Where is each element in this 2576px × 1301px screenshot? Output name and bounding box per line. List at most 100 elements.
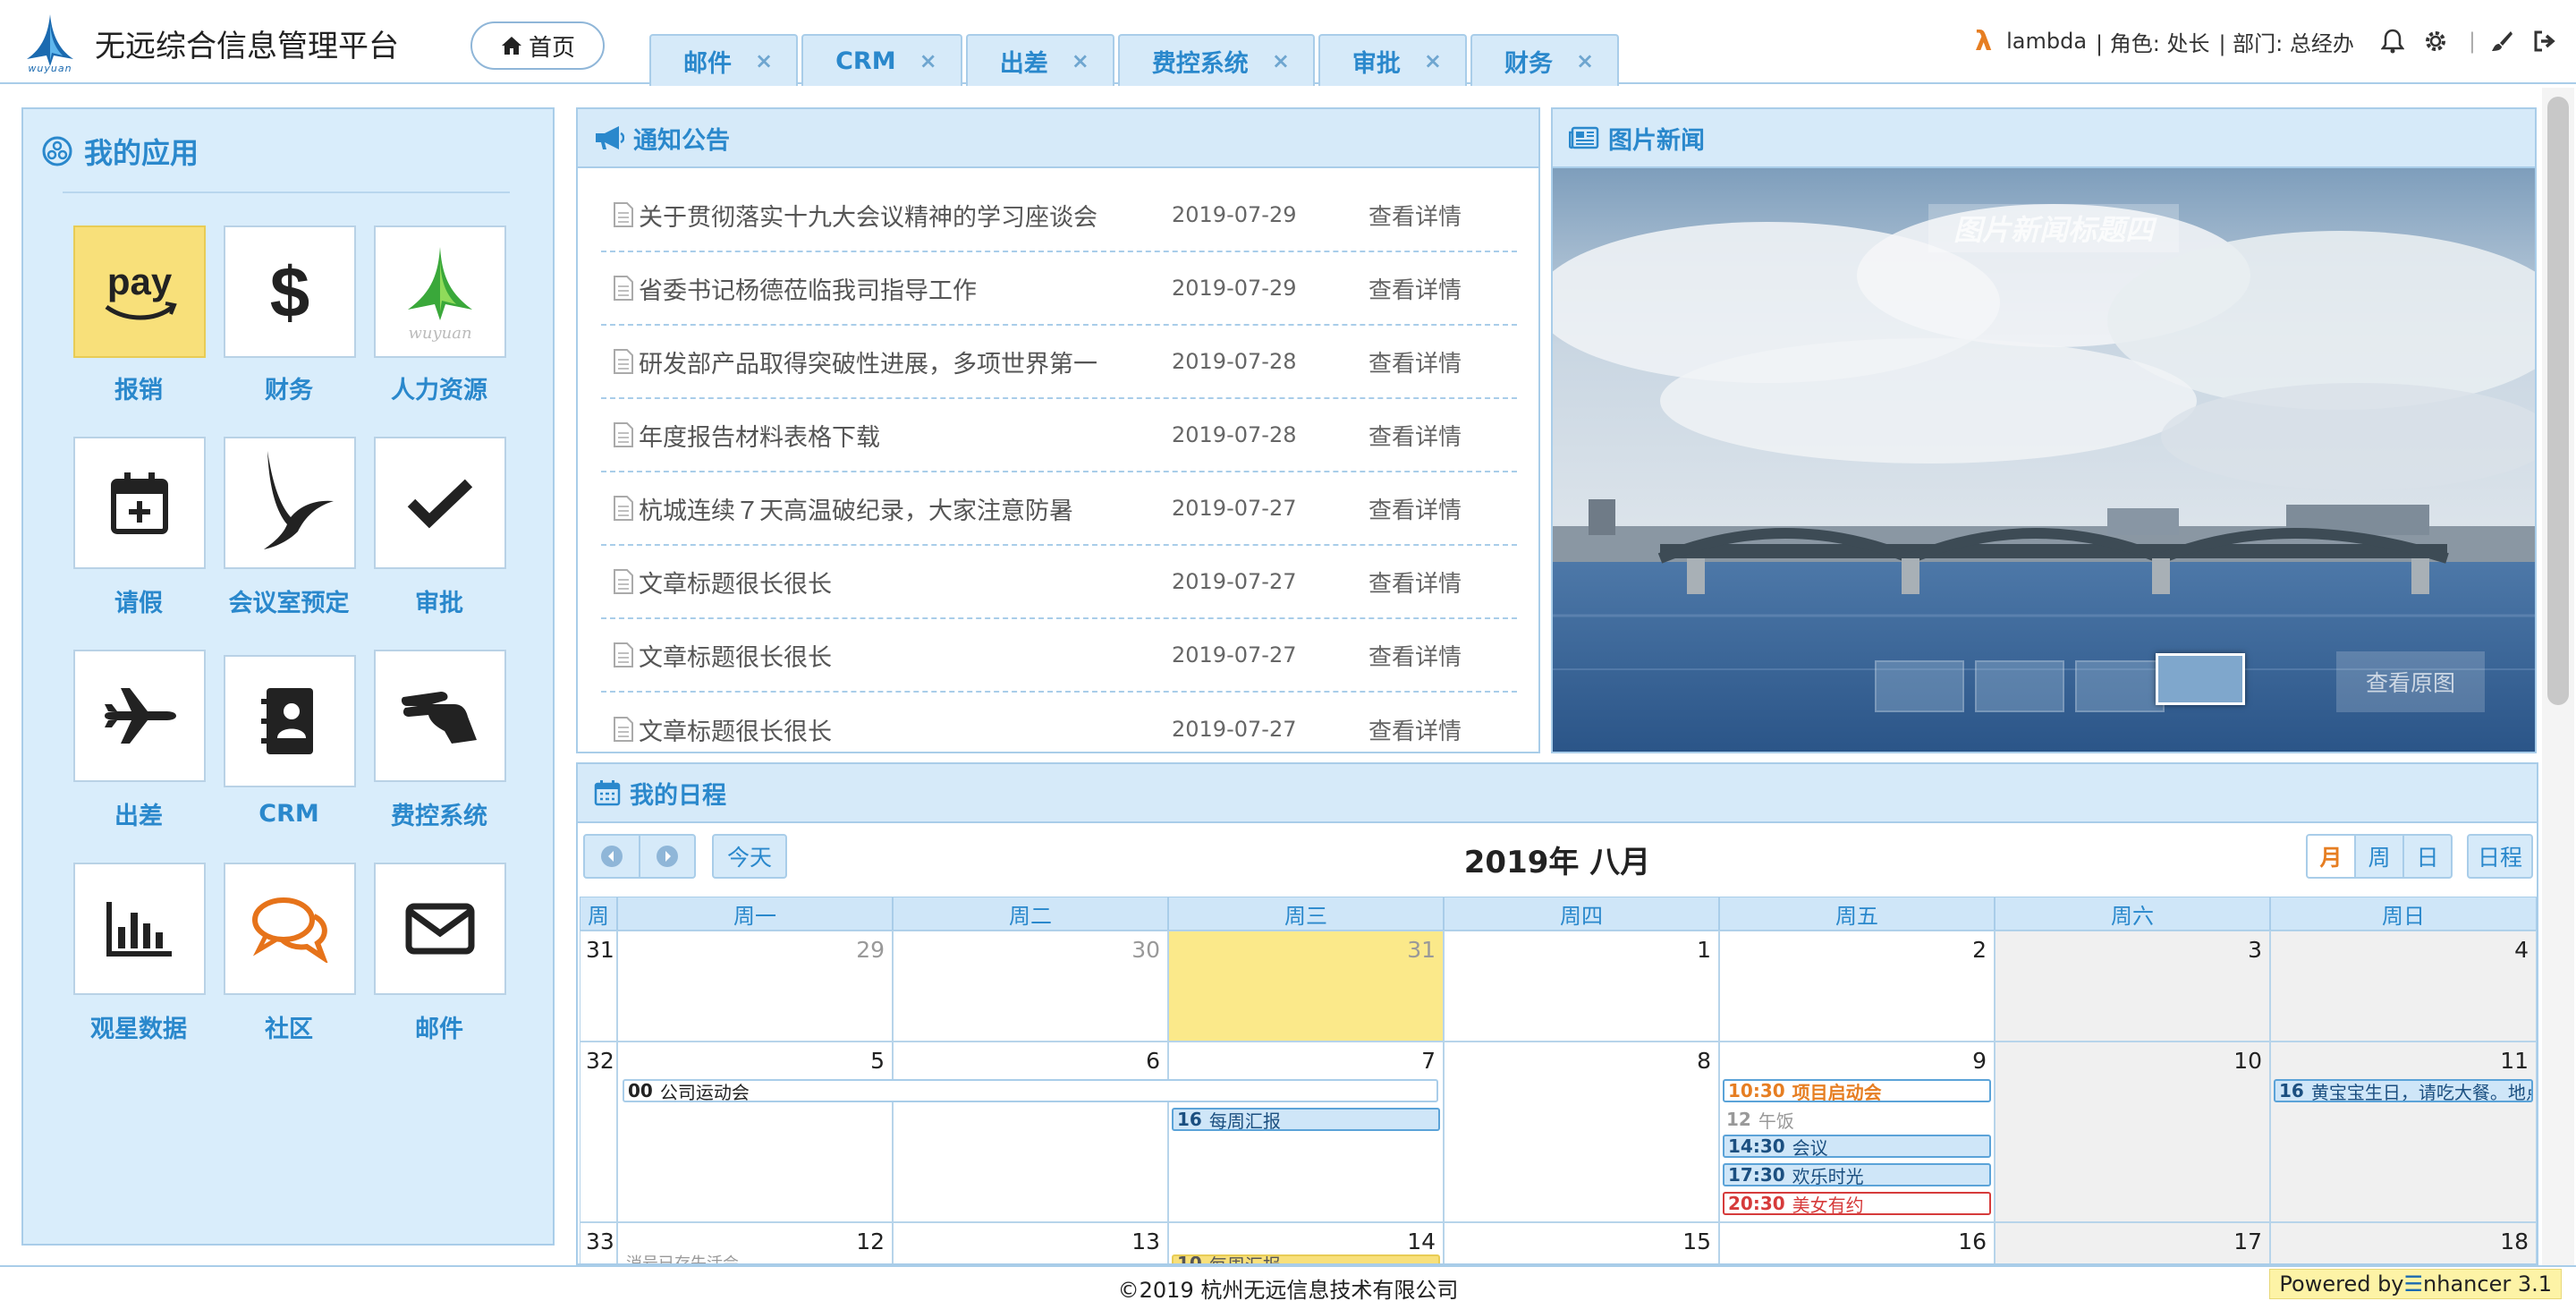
gear-icon[interactable] bbox=[2422, 28, 2449, 55]
list-item[interactable]: 文章标题很长很长 2019-07-27 查看详情 bbox=[601, 619, 1517, 693]
day-number: 12 bbox=[856, 1229, 885, 1254]
view-month-button[interactable]: 月 bbox=[2306, 834, 2356, 879]
calendar-day-cell[interactable]: 6 bbox=[893, 1042, 1168, 1222]
app-tile-leave[interactable] bbox=[73, 437, 206, 569]
view-detail-link[interactable]: 查看详情 bbox=[1368, 345, 1462, 378]
calendar-event[interactable]: 14:30 会议 bbox=[1723, 1135, 1991, 1158]
calendar-day-cell[interactable]: 30 bbox=[893, 931, 1168, 1042]
user-name[interactable]: lambda bbox=[2006, 29, 2087, 54]
calendar-day-cell[interactable]: 29 bbox=[617, 931, 893, 1042]
close-icon[interactable]: × bbox=[1272, 48, 1290, 73]
calendar-day-cell[interactable]: 1 bbox=[1444, 931, 1719, 1042]
close-icon[interactable]: × bbox=[755, 48, 773, 73]
news-image[interactable]: 图片新闻标题四 查看原图 bbox=[1553, 168, 2535, 752]
tab-expense[interactable]: 费控系统 × bbox=[1117, 34, 1315, 86]
app-tile-approval[interactable] bbox=[374, 437, 506, 569]
app-tile-reimburse[interactable]: pay bbox=[73, 225, 206, 358]
notice-item-title[interactable]: 年度报告材料表格下载 bbox=[639, 418, 1166, 453]
app-tile-mail[interactable] bbox=[374, 863, 506, 995]
view-detail-link[interactable]: 查看详情 bbox=[1368, 419, 1462, 452]
app-tile-hr[interactable]: wuyuan bbox=[374, 225, 506, 358]
calendar-event[interactable]: 12 午饭 bbox=[1723, 1108, 1991, 1131]
tab-finance[interactable]: 财务 × bbox=[1470, 34, 1620, 86]
notice-item-title[interactable]: 关于贯彻落实十九大会议精神的学习座谈会 bbox=[639, 198, 1166, 233]
weekday-header: 周四 bbox=[1444, 897, 1719, 931]
scrollbar-thumb[interactable] bbox=[2547, 97, 2569, 705]
app-tile-community[interactable] bbox=[224, 863, 356, 995]
list-item[interactable]: 关于贯彻落实十九大会议精神的学习座谈会 2019-07-29 查看详情 bbox=[601, 179, 1517, 252]
calendar-event[interactable]: 17:30 欢乐时光 bbox=[1723, 1163, 1991, 1186]
calendar-event[interactable]: 16 黄宝宝生日，请吃大餐。地点 bbox=[2274, 1079, 2533, 1102]
list-item[interactable]: 杭城连续７天高温破纪录，大家注意防暑 2019-07-27 查看详情 bbox=[601, 472, 1517, 546]
app-tile-expense[interactable] bbox=[374, 650, 506, 782]
tab-crm[interactable]: CRM × bbox=[801, 34, 962, 86]
notice-item-title[interactable]: 研发部产品取得突破性进展，多项世界第一 bbox=[639, 344, 1166, 379]
notice-item-title[interactable]: 文章标题很长很长 bbox=[639, 565, 1166, 599]
home-button[interactable]: 首页 bbox=[470, 21, 605, 70]
app-tile-travel[interactable] bbox=[73, 650, 206, 782]
calendar-day-cell[interactable]: 17 bbox=[1995, 1222, 2270, 1263]
tab-approval[interactable]: 审批 × bbox=[1318, 34, 1468, 86]
calendar-day-cell[interactable]: 2 bbox=[1719, 931, 1995, 1042]
calendar-event[interactable]: 10 每周汇报 bbox=[1172, 1254, 1440, 1263]
powered-by-badge[interactable]: Powered by ☰ nhancer 3.1 bbox=[2269, 1269, 2562, 1299]
calendar-day-cell[interactable]: 11 bbox=[2270, 1042, 2537, 1222]
list-item[interactable]: 年度报告材料表格下载 2019-07-28 查看详情 bbox=[601, 399, 1517, 472]
view-detail-link[interactable]: 查看详情 bbox=[1368, 565, 1462, 599]
event-time: 00 bbox=[628, 1080, 653, 1101]
news-thumbnail[interactable] bbox=[1875, 660, 1964, 712]
news-caption[interactable]: 图片新闻标题四 bbox=[1928, 204, 2179, 252]
calendar-day-cell[interactable]: 15 bbox=[1444, 1222, 1719, 1263]
close-icon[interactable]: × bbox=[1072, 48, 1089, 73]
app-tile-data[interactable] bbox=[73, 863, 206, 995]
view-detail-link[interactable]: 查看详情 bbox=[1368, 713, 1462, 746]
calendar-day-cell[interactable]: 13 bbox=[893, 1222, 1168, 1263]
list-item[interactable]: 研发部产品取得突破性进展，多项世界第一 2019-07-28 查看详情 bbox=[601, 326, 1517, 399]
calendar-day-cell[interactable]: 18 bbox=[2270, 1222, 2537, 1263]
view-detail-link[interactable]: 查看详情 bbox=[1368, 272, 1462, 305]
calendar-event[interactable]: 消号已存失活会 bbox=[623, 1254, 882, 1263]
tab-travel[interactable]: 出差 × bbox=[965, 34, 1114, 86]
close-icon[interactable]: × bbox=[1576, 48, 1594, 73]
calendar-day-cell[interactable]: 10 bbox=[1995, 1042, 2270, 1222]
calendar-day-cell[interactable]: 4 bbox=[2270, 931, 2537, 1042]
calendar-day-cell[interactable]: 5 bbox=[617, 1042, 893, 1222]
bell-icon[interactable] bbox=[2379, 28, 2406, 55]
brush-icon[interactable] bbox=[2488, 28, 2515, 55]
notice-item-title[interactable]: 文章标题很长很长 bbox=[639, 638, 1166, 673]
notice-item-title[interactable]: 杭城连续７天高温破纪录，大家注意防暑 bbox=[639, 491, 1166, 526]
app-tile-meeting-room[interactable] bbox=[224, 437, 356, 569]
notice-item-title[interactable]: 文章标题很长很长 bbox=[639, 712, 1166, 747]
close-icon[interactable]: × bbox=[919, 48, 937, 73]
tab-mail[interactable]: 邮件 × bbox=[649, 34, 799, 86]
list-item[interactable]: 省委书记杨德莅临我司指导工作 2019-07-29 查看详情 bbox=[601, 252, 1517, 326]
view-agenda-button[interactable]: 日程 bbox=[2467, 834, 2533, 879]
app-tile-finance[interactable]: $ bbox=[224, 225, 356, 358]
calendar-event[interactable]: 00 公司运动会 bbox=[623, 1079, 1438, 1102]
calendar-day-cell[interactable]: 3 bbox=[1995, 931, 2270, 1042]
view-original-button[interactable]: 查看原图 bbox=[2336, 651, 2485, 712]
calendar-event[interactable]: 20:30 美女有约 bbox=[1723, 1192, 1991, 1215]
close-icon[interactable]: × bbox=[1424, 48, 1442, 73]
calendar-event[interactable]: 16 每周汇报 bbox=[1172, 1108, 1440, 1131]
view-week-button[interactable]: 周 bbox=[2354, 834, 2404, 879]
view-detail-link[interactable]: 查看详情 bbox=[1368, 199, 1462, 232]
calendar-day-cell[interactable]: 8 bbox=[1444, 1042, 1719, 1222]
calendar-day-cell[interactable]: 7 bbox=[1168, 1042, 1444, 1222]
news-thumbnail[interactable] bbox=[2075, 660, 2165, 712]
view-detail-link[interactable]: 查看详情 bbox=[1368, 639, 1462, 672]
news-thumbnail[interactable] bbox=[1975, 660, 2064, 712]
notice-item-title[interactable]: 省委书记杨德莅临我司指导工作 bbox=[639, 271, 1166, 306]
event-time: 20:30 bbox=[1728, 1193, 1785, 1214]
calendar-day-cell[interactable]: 16 bbox=[1719, 1222, 1995, 1263]
list-item[interactable]: 文章标题很长很长 2019-07-27 查看详情 bbox=[601, 693, 1517, 752]
news-thumbnail-active[interactable] bbox=[2156, 653, 2245, 705]
calendar-day-cell-today[interactable]: 31 bbox=[1168, 931, 1444, 1042]
app-tile-crm[interactable] bbox=[224, 655, 356, 787]
calendar-event[interactable]: 10:30 项目启动会 bbox=[1723, 1079, 1991, 1102]
page-scrollbar[interactable] bbox=[2542, 88, 2574, 1265]
view-day-button[interactable]: 日 bbox=[2402, 834, 2453, 879]
logout-icon[interactable] bbox=[2531, 28, 2558, 55]
view-detail-link[interactable]: 查看详情 bbox=[1368, 492, 1462, 525]
list-item[interactable]: 文章标题很长很长 2019-07-27 查看详情 bbox=[601, 546, 1517, 619]
